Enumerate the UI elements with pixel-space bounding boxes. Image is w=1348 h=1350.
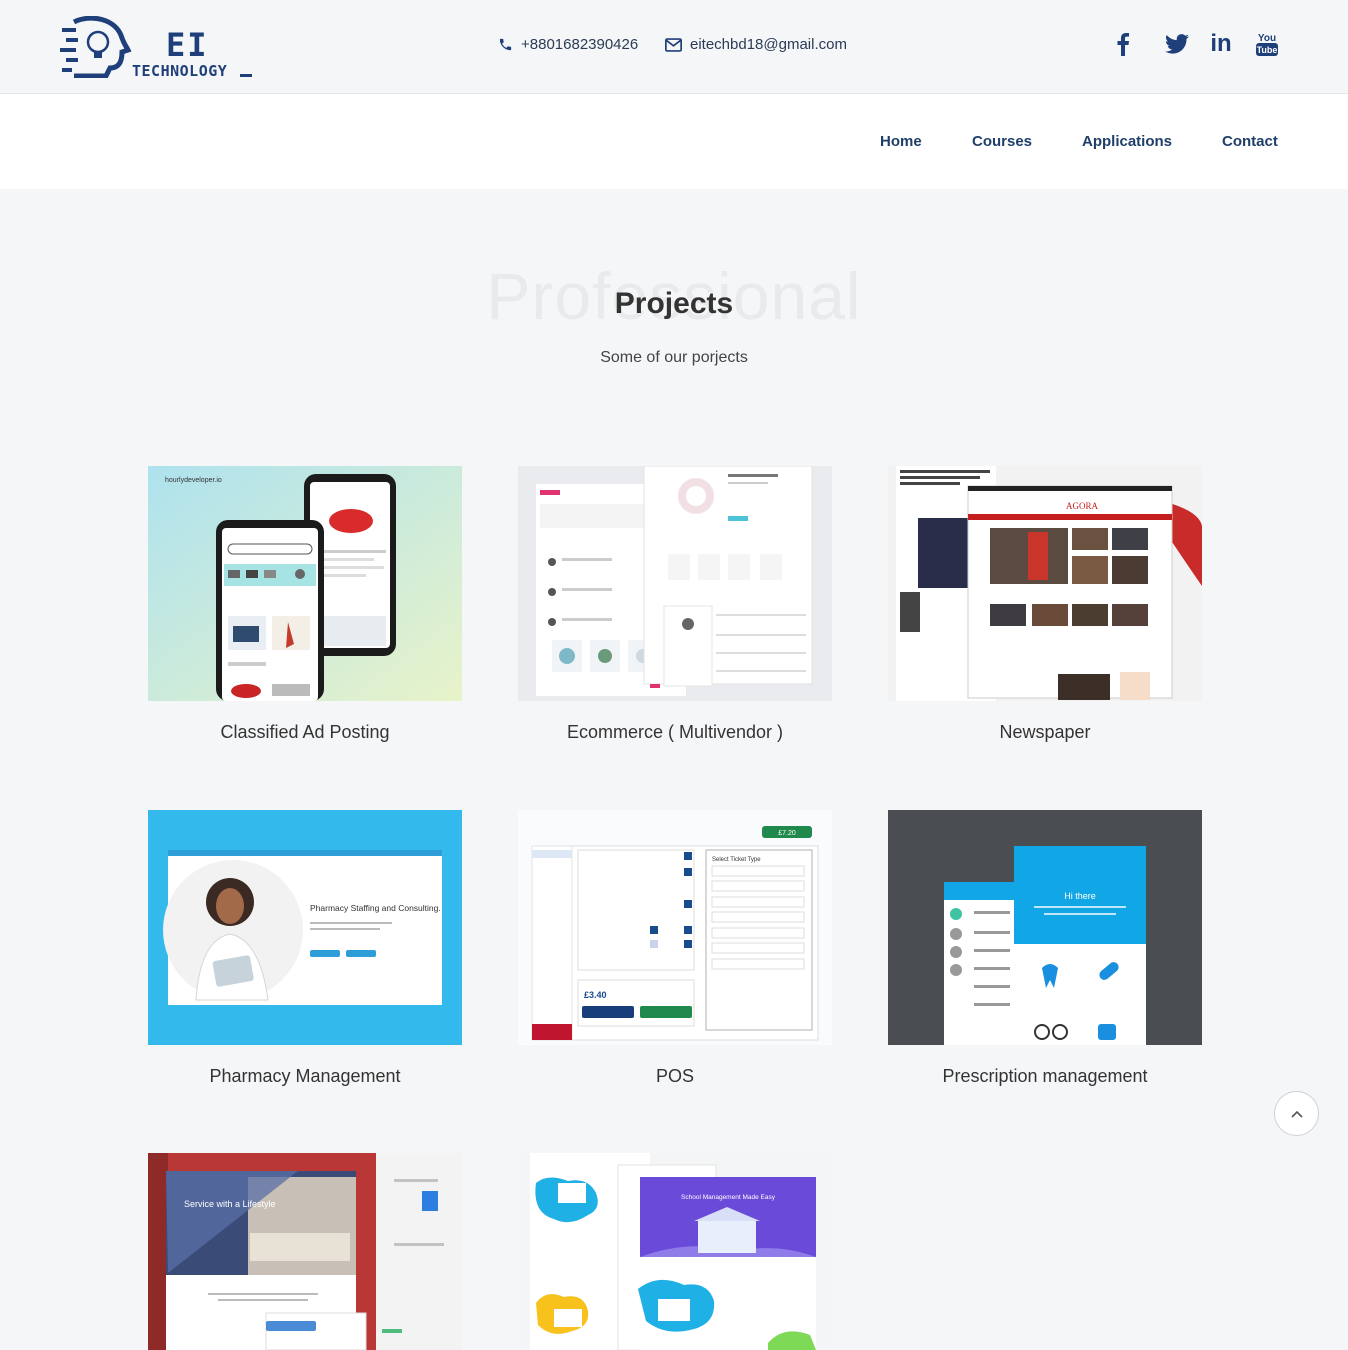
svg-text:School Management Made Easy: School Management Made Easy: [681, 1194, 776, 1201]
project-title[interactable]: Classified Ad Posting: [128, 722, 482, 743]
main-nav: Home Courses Applications Contact: [0, 94, 1348, 189]
project-thumbnail[interactable]: hourlydeveloper.io: [148, 466, 462, 701]
project-title[interactable]: Prescription management: [868, 1066, 1222, 1087]
email-address: eitechbd18@gmail.com: [690, 36, 847, 53]
envelope-icon: [665, 37, 682, 52]
email-contact[interactable]: eitechbd18@gmail.com: [665, 36, 847, 53]
project-title[interactable]: Ecommerce ( Multivendor ): [498, 722, 852, 743]
project-thumbnail[interactable]: Service with a Lifestyle: [148, 1153, 462, 1350]
logo-underscore: [240, 74, 252, 77]
svg-text:Tube: Tube: [1257, 45, 1278, 55]
svg-text:You: You: [1258, 33, 1276, 44]
brain-head-icon: [60, 16, 132, 78]
project-title[interactable]: Pharmacy Management: [128, 1066, 482, 1087]
project-title[interactable]: POS: [498, 1066, 852, 1087]
svg-text:hourlydeveloper.io: hourlydeveloper.io: [165, 477, 222, 484]
section-title: Projects: [614, 287, 734, 320]
nav-contact[interactable]: Contact: [1222, 133, 1278, 150]
project-card-pos[interactable]: £7.20 £3.40 Select Ticket Type POS: [518, 810, 832, 1086]
svg-text:Pharmacy Staffing and Consulti: Pharmacy Staffing and Consulting.: [310, 903, 441, 913]
logo-text-technology: TECHNOLOGY: [132, 62, 228, 80]
project-card-classified[interactable]: hourlydeveloper.io Classified Ad Posting: [148, 466, 462, 742]
phone-icon: [499, 38, 512, 51]
svg-text:Hi there: Hi there: [1064, 891, 1096, 901]
chevron-up-icon: [1290, 1110, 1303, 1118]
logo-text-ei: EI: [166, 26, 209, 64]
nav-courses[interactable]: Courses: [972, 133, 1032, 150]
back-to-top-button[interactable]: [1274, 1091, 1319, 1136]
company-logo[interactable]: EI TECHNOLOGY: [60, 16, 260, 80]
svg-text:£7.20: £7.20: [778, 830, 796, 837]
project-thumbnail[interactable]: £7.20 £3.40 Select Ticket Type: [518, 810, 832, 1045]
svg-text:£3.40: £3.40: [584, 990, 607, 1000]
project-thumbnail[interactable]: Pharmacy Staffing and Consulting.: [148, 810, 462, 1045]
project-card-school[interactable]: School Management Made Easy: [518, 1153, 832, 1350]
youtube-icon[interactable]: You Tube: [1254, 30, 1280, 58]
project-title[interactable]: Newspaper: [868, 722, 1222, 743]
svg-text:Service with a Lifestyle: Service with a Lifestyle: [184, 1199, 276, 1209]
nav-applications[interactable]: Applications: [1082, 133, 1172, 150]
project-thumbnail[interactable]: Hi there: [888, 810, 1202, 1045]
nav-home[interactable]: Home: [880, 133, 922, 150]
facebook-icon[interactable]: [1110, 30, 1136, 58]
project-card-prescription[interactable]: Hi there Prescription management: [888, 810, 1202, 1086]
twitter-icon[interactable]: [1164, 30, 1190, 58]
phone-contact[interactable]: +8801682390426: [498, 36, 638, 53]
svg-text:AGORA: AGORA: [1066, 501, 1099, 511]
project-thumbnail[interactable]: [518, 466, 832, 701]
linkedin-icon[interactable]: in: [1208, 30, 1234, 58]
top-bar: EI TECHNOLOGY +8801682390426 eitechbd18@…: [0, 0, 1348, 94]
project-card-pharmacy[interactable]: Pharmacy Staffing and Consulting. Pharma…: [148, 810, 462, 1086]
project-card-ecommerce[interactable]: Ecommerce ( Multivendor ): [518, 466, 832, 742]
project-thumbnail[interactable]: AGORA: [888, 466, 1202, 701]
phone-number: +8801682390426: [521, 36, 639, 53]
project-card-real-estate[interactable]: Service with a Lifestyle: [148, 1153, 462, 1350]
svg-text:Select Ticket Type: Select Ticket Type: [712, 857, 761, 863]
project-card-newspaper[interactable]: AGORA Newspaper: [888, 466, 1202, 742]
section-subtitle: Some of our porjects: [600, 349, 748, 366]
project-thumbnail[interactable]: School Management Made Easy: [518, 1153, 832, 1350]
